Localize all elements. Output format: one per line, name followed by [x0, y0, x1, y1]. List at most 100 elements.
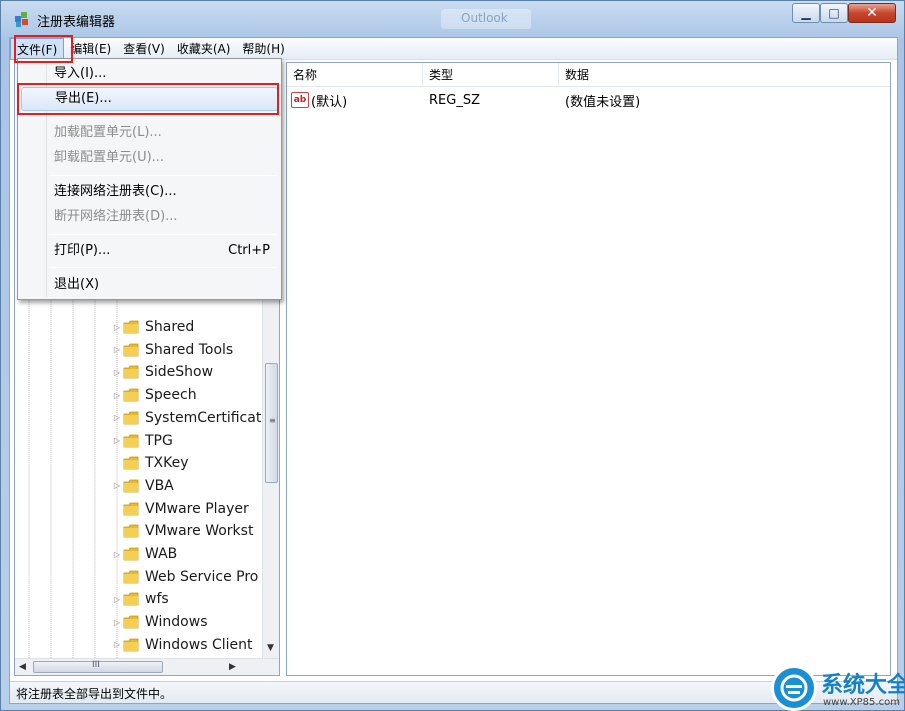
tree-item-label: Speech — [145, 387, 197, 404]
column-data[interactable]: 数据 — [559, 63, 879, 87]
watermark-url: www.XP85.com — [823, 697, 900, 708]
folder-icon — [123, 456, 139, 470]
tree-item-label: SystemCertificate — [145, 409, 270, 426]
menu-item-unload-hive[interactable]: 卸载配置单元(U)... — [21, 146, 278, 170]
menu-item-load-hive[interactable]: 加载配置单元(L)... — [21, 121, 278, 145]
close-icon: ✕ — [866, 5, 878, 21]
tree-item[interactable]: ▷ TPG — [111, 430, 173, 452]
tree-item[interactable]: Web Service Pro — [111, 566, 258, 588]
tree-item[interactable]: ▷ Windows — [111, 611, 208, 633]
expand-arrow-icon[interactable]: ▷ — [111, 550, 123, 559]
tree-item[interactable]: VMware Player — [111, 498, 249, 520]
tree-item-label: VMware Workst — [145, 523, 254, 540]
background-window-tab: Outlook — [441, 9, 531, 29]
folder-icon — [123, 320, 139, 334]
value-name: (默认) — [311, 94, 348, 110]
print-shortcut: Ctrl+P — [228, 243, 270, 258]
menu-file[interactable]: 文件(F) — [10, 38, 65, 60]
status-text: 将注册表全部导出到文件中。 — [16, 687, 173, 701]
scroll-down-arrow-icon[interactable]: ▼ — [267, 643, 274, 653]
menu-item-export[interactable]: 导出(E)... — [21, 87, 278, 111]
expand-arrow-icon[interactable]: ▷ — [111, 640, 123, 649]
file-menu-dropdown: 导入(I)... 导出(E)... 加载配置单元(L)... 卸载配置单元(U)… — [17, 58, 282, 300]
status-bar: 将注册表全部导出到文件中。 — [10, 681, 897, 703]
menu-item-print-label: 打印(P)... — [54, 243, 111, 258]
tree-item-label: TPG — [145, 432, 173, 449]
column-type[interactable]: 类型 — [423, 63, 559, 87]
value-row[interactable]: ab (默认) REG_SZ (数值未设置) — [287, 89, 859, 111]
tree-item[interactable]: ▷ VBA — [111, 475, 174, 497]
value-data: (数值未设置) — [565, 94, 641, 110]
expand-arrow-icon[interactable]: ▷ — [111, 436, 123, 445]
folder-icon — [123, 570, 139, 584]
folder-icon — [123, 388, 139, 402]
tree-item[interactable]: ▷ Speech — [111, 384, 197, 406]
menu-help[interactable]: 帮助(H) — [236, 38, 290, 60]
expand-arrow-icon[interactable]: ▷ — [111, 413, 123, 422]
column-name[interactable]: 名称 — [287, 63, 423, 87]
tree-item[interactable]: TXKey — [111, 452, 189, 474]
tree-item-label: TXKey — [145, 455, 189, 472]
value-type: REG_SZ — [429, 92, 480, 108]
tree-item[interactable]: ▷ SystemCertificate — [111, 407, 270, 429]
menu-item-connect-network[interactable]: 连接网络注册表(C)... — [21, 180, 278, 204]
expand-arrow-icon[interactable]: ▷ — [111, 345, 123, 354]
folder-icon — [123, 638, 139, 652]
expand-arrow-icon[interactable]: ▷ — [111, 391, 123, 400]
tree-item[interactable]: ▷ SideShow — [111, 361, 213, 383]
tree-vscroll-thumb[interactable]: ≡ — [265, 363, 278, 483]
menu-bar: 文件(F) 编辑(E) 查看(V) 收藏夹(A) 帮助(H) — [10, 38, 897, 60]
folder-icon — [123, 479, 139, 493]
minimize-button[interactable]: ▁ — [792, 3, 820, 23]
tree-item[interactable]: ▷ WAB — [111, 543, 177, 565]
expand-arrow-icon[interactable]: ▷ — [111, 481, 123, 490]
scroll-left-arrow-icon[interactable]: ◀ — [19, 662, 26, 672]
title-bar[interactable]: 注册表编辑器 Outlook ▁ □ ✕ — [1, 1, 904, 37]
maximize-button[interactable]: □ — [820, 3, 848, 23]
scroll-right-arrow-icon[interactable]: ▶ — [229, 662, 236, 672]
tree-item[interactable]: VMware Workst — [111, 520, 253, 542]
menu-separator — [49, 234, 277, 235]
menu-view[interactable]: 查看(V) — [117, 38, 171, 60]
folder-icon — [123, 615, 139, 629]
window-title: 注册表编辑器 — [37, 15, 116, 30]
vscroll-grip-icon: ≡ — [269, 416, 276, 425]
value-list[interactable]: 名称 类型 数据 ab (默认) REG_SZ (数值未设置) — [286, 62, 891, 676]
folder-icon — [123, 365, 139, 379]
folder-icon — [123, 411, 139, 425]
hscroll-grip-icon: III — [92, 660, 100, 670]
folder-icon — [123, 502, 139, 516]
tree-item-label: Shared — [145, 319, 195, 335]
expand-arrow-icon[interactable]: ▷ — [111, 618, 123, 627]
registry-editor-icon — [15, 12, 28, 27]
registry-editor-window: 注册表编辑器 Outlook ▁ □ ✕ 文件(F) 编辑(E) 查看(V) 收… — [0, 0, 905, 711]
tree-item-label: Windows Client — [145, 636, 253, 653]
menu-edit[interactable]: 编辑(E) — [64, 38, 117, 60]
tree-item-label: WAB — [145, 546, 178, 562]
menu-favorites[interactable]: 收藏夹(A) — [171, 38, 237, 60]
tree-item[interactable]: ▷ Shared Tools — [111, 339, 233, 361]
menu-item-exit[interactable]: 退出(X) — [21, 273, 278, 297]
menu-item-disconnect-network[interactable]: 断开网络注册表(D)... — [21, 205, 278, 229]
expand-arrow-icon[interactable]: ▷ — [111, 595, 123, 604]
menu-item-import[interactable]: 导入(I)... — [21, 62, 278, 86]
tree-item-label: SideShow — [145, 364, 214, 381]
tree-item-label: VMware Player — [145, 500, 249, 517]
watermark-brand: 系统大全 — [821, 673, 905, 698]
expand-arrow-icon[interactable]: ▷ — [111, 323, 123, 332]
tree-item[interactable]: ▷ Shared — [111, 316, 194, 338]
tree-hscroll-thumb[interactable]: III — [33, 660, 163, 673]
tree-item-label: VBA — [145, 477, 174, 494]
tree-item[interactable]: ▷ Windows Client — [111, 634, 253, 656]
tree-horizontal-scrollbar[interactable]: ◀ III ▶ — [15, 658, 279, 675]
tree-item[interactable]: ▷ wfs — [111, 588, 169, 610]
folder-icon — [123, 547, 139, 561]
tree-item-label: Web Service Pro — [145, 568, 259, 585]
menu-separator — [49, 267, 277, 268]
folder-icon — [123, 592, 139, 606]
site-watermark: 系统大全 www.XP85.com — [771, 665, 905, 711]
menu-item-print[interactable]: 打印(P)... Ctrl+P — [21, 239, 278, 263]
close-button[interactable]: ✕ — [848, 3, 896, 23]
expand-arrow-icon[interactable]: ▷ — [111, 368, 123, 377]
menu-separator — [49, 115, 277, 116]
